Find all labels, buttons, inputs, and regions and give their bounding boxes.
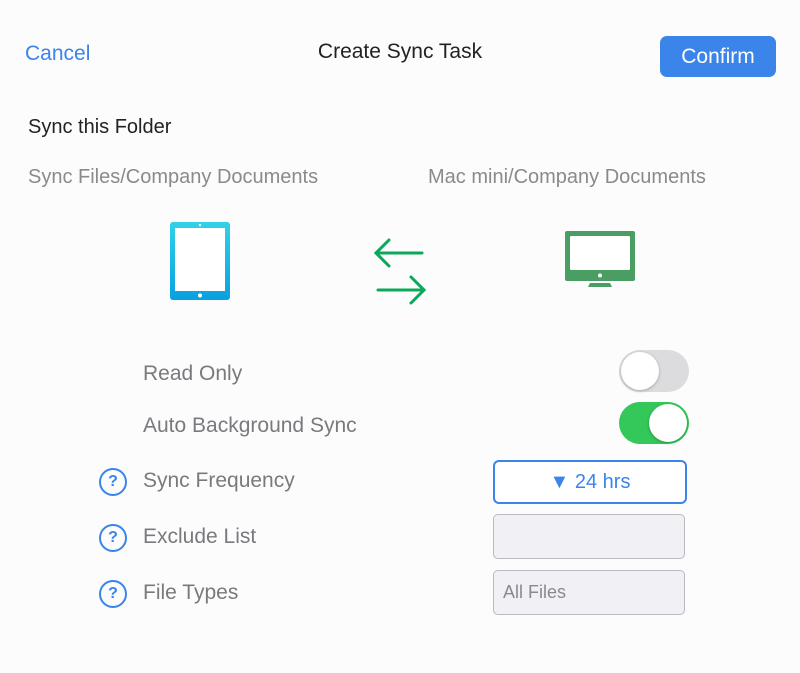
destination-path: Mac mini/Company Documents — [428, 166, 706, 188]
read-only-label: Read Only — [143, 362, 243, 385]
exclude-list-help-icon[interactable]: ? — [99, 524, 127, 552]
sync-frequency-help-icon[interactable]: ? — [99, 468, 127, 496]
read-only-toggle[interactable] — [619, 350, 689, 392]
source-path: Sync Files/Company Documents — [28, 166, 319, 188]
ipad-icon — [170, 222, 230, 305]
toggle-knob — [621, 352, 659, 390]
file-types-label: File Types — [143, 581, 239, 604]
sync-frequency-dropdown[interactable]: ▼ 24 hrs — [493, 460, 687, 504]
file-types-help-icon[interactable]: ? — [99, 580, 127, 608]
toggle-knob — [649, 404, 687, 442]
exclude-list-label: Exclude List — [143, 525, 257, 548]
bidirectional-arrows-icon — [372, 236, 428, 311]
exclude-list-input[interactable] — [493, 514, 685, 559]
sync-frequency-label: Sync Frequency — [143, 469, 295, 492]
confirm-button[interactable]: Confirm — [660, 36, 776, 77]
section-title: Sync this Folder — [28, 116, 172, 138]
auto-background-sync-label: Auto Background Sync — [143, 414, 357, 437]
auto-background-sync-toggle[interactable] — [619, 402, 689, 444]
file-types-input[interactable] — [493, 570, 685, 615]
desktop-computer-icon — [565, 231, 637, 296]
